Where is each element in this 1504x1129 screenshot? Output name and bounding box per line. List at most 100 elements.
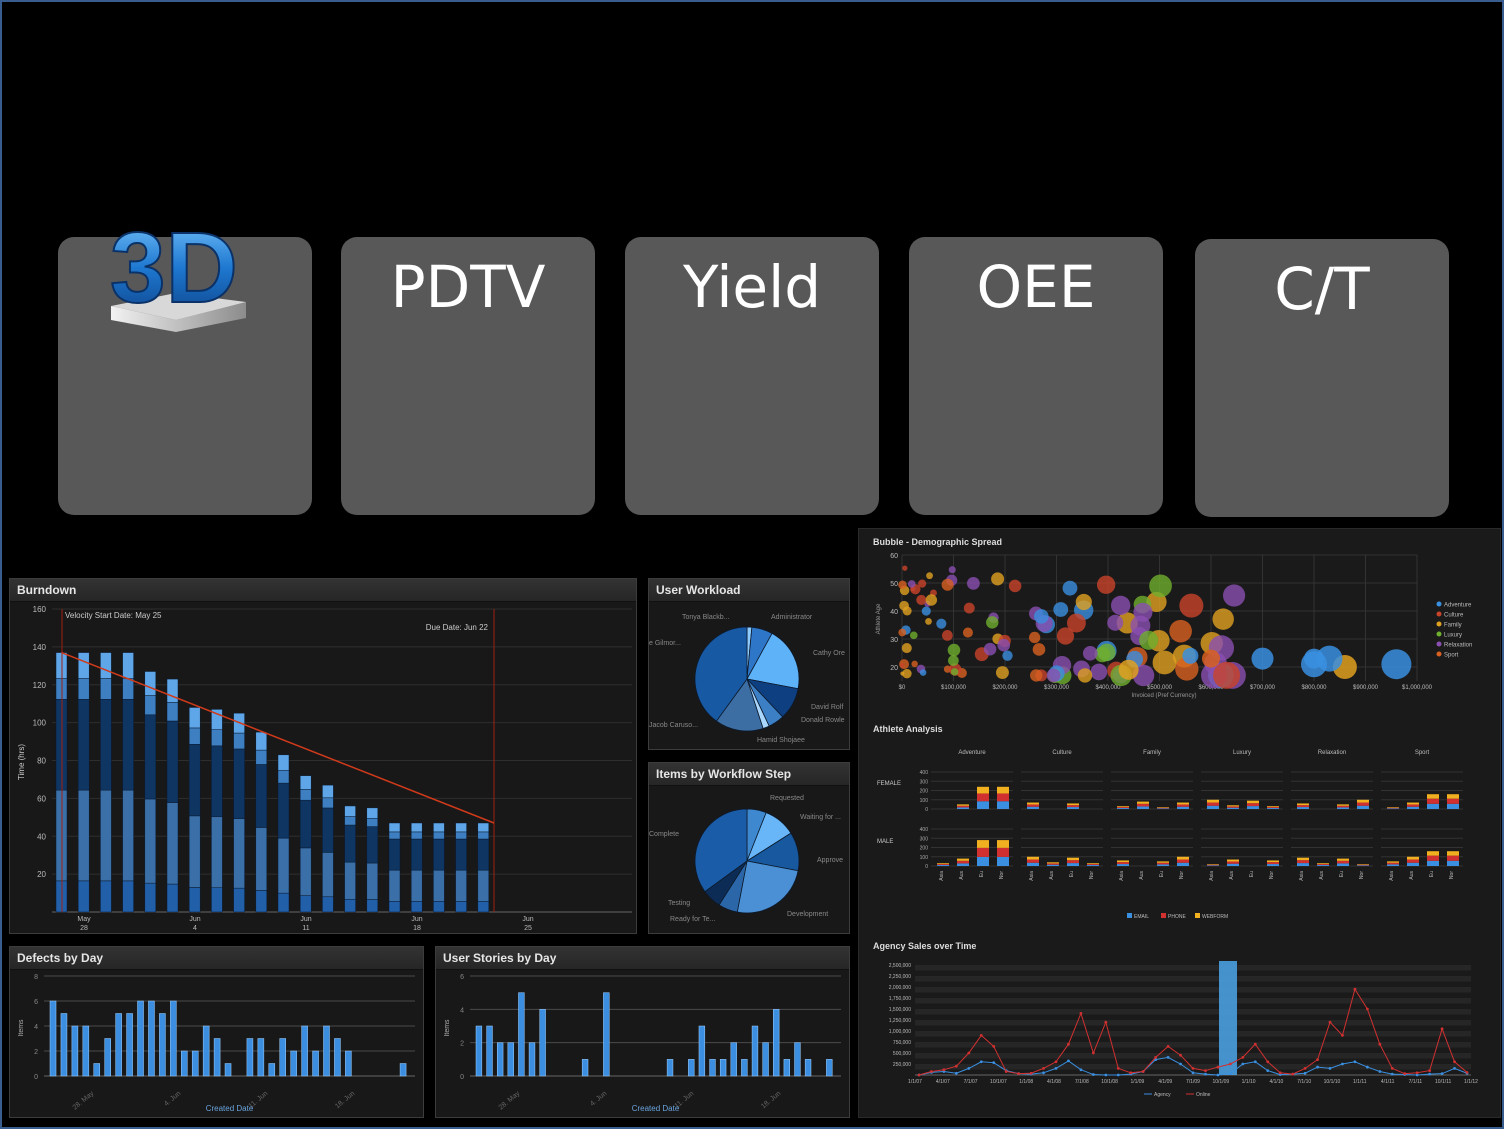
agency-point (1141, 1070, 1145, 1073)
burndown-bar-segment (277, 892, 290, 913)
burndown-bar-segment (410, 831, 423, 840)
bubble-point (919, 669, 927, 676)
agency-point (917, 1073, 921, 1077)
bubble-point (925, 594, 938, 606)
athlete-bar-segment (1427, 860, 1439, 866)
burndown-bar-segment (344, 824, 356, 863)
burndown-bar (455, 822, 467, 913)
athlete-bar-segment (1387, 862, 1399, 865)
athlete-xtick: Nor (1179, 871, 1185, 879)
athlete-bar-segment (1177, 856, 1189, 860)
day-bar (698, 1025, 706, 1077)
burndown-bar-segment (166, 720, 179, 803)
burndown-bar-segment (77, 699, 90, 791)
burndown-bar-segment (188, 887, 201, 913)
agency-point (942, 1068, 946, 1072)
xtick: 4. Jun (163, 1090, 182, 1108)
bubble-legend-label: Luxury (1444, 633, 1462, 639)
athlete-bar-segment (1117, 807, 1129, 809)
athlete-bar-segment (1207, 864, 1219, 866)
workflow-label: Requested (770, 795, 804, 802)
agency-xtick: 10/1/08 (1101, 1079, 1118, 1085)
ylabel: Items (444, 1019, 451, 1037)
athlete-bar-segment (1267, 864, 1279, 866)
athlete-bar-segment (1407, 804, 1419, 807)
day-bar (93, 1063, 101, 1077)
workflow-panel: Items by Workflow Step Requested Waiting … (648, 762, 850, 934)
defects-chart: 02468Items28. May 4. Jun 11. Jun 18. JunCre… (18, 974, 415, 1113)
burndown-bar-segment (100, 699, 112, 791)
bubble-point (1213, 661, 1241, 689)
agency-point (930, 1070, 933, 1073)
agency-xtick: 7/1/11 (1409, 1079, 1423, 1085)
athlete-bar-segment (1137, 803, 1149, 807)
bubble-point (1304, 648, 1324, 669)
day-bar (224, 1063, 232, 1077)
burndown-bar-segment (277, 837, 290, 894)
burndown-bar-segment (388, 901, 401, 913)
agency-point (1204, 1069, 1207, 1072)
agency-point (1091, 1051, 1095, 1055)
agency-band (915, 1031, 1471, 1037)
ytick: 6 (34, 999, 38, 1006)
burndown-ytick: 100 (33, 719, 47, 728)
agency-ytick: 1,000,000 (889, 1029, 911, 1035)
agency-point (1216, 1065, 1220, 1069)
athlete-bar-segment (1427, 794, 1439, 799)
agency-point (1067, 1042, 1070, 1046)
agency-point (1353, 987, 1357, 991)
athlete-legend-label: EMAIL (1134, 914, 1149, 920)
burndown-bar (211, 709, 223, 913)
burndown-bar-segment (299, 847, 312, 896)
athlete-bar-segment (1027, 806, 1039, 809)
bubble-xtick: $400,000 (1095, 685, 1121, 691)
day-bar (539, 1009, 546, 1077)
workflow-label: Development (787, 911, 828, 918)
day-bar (126, 1013, 133, 1077)
athlete-bar-segment (1067, 863, 1079, 866)
athlete-bar-segment (1267, 862, 1279, 865)
burndown-bar-segment (344, 816, 356, 826)
tile-oee[interactable]: OEE (909, 237, 1163, 515)
athlete-bar-segment (1337, 804, 1349, 806)
agency-xtick: 1/1/08 (1019, 1079, 1033, 1085)
ytick: 6 (460, 974, 464, 981)
stories-title: User Stories by Day (436, 947, 849, 970)
agency-point (1316, 1058, 1319, 1061)
xtick: 28. May (72, 1090, 96, 1112)
day-bar (191, 1050, 199, 1077)
athlete-bar-segment (1087, 863, 1099, 865)
tile-yield[interactable]: Yield (625, 237, 879, 515)
athlete-bar-segment (1387, 861, 1399, 863)
burndown-bar (433, 822, 445, 913)
athlete-xtick: Eu (1159, 871, 1165, 877)
bubble-legend-marker (1436, 621, 1442, 627)
agency-point (1365, 1065, 1369, 1069)
user-workload-label: e Gilmor... (649, 640, 681, 647)
burndown-bar-segment (388, 869, 401, 902)
agency-point (979, 1034, 983, 1037)
burndown-bar-segment (77, 652, 90, 679)
stories-panel: User Stories by Day 0 2 4 6 Items 28. May 4. J… (435, 946, 850, 1118)
bubble-point (1034, 609, 1049, 624)
tile-pdtv[interactable]: PDTV (341, 237, 595, 515)
athlete-bar-segment (1447, 855, 1459, 861)
bubble-point (1107, 614, 1124, 631)
burndown-bar-segment (388, 822, 401, 833)
athlete-bar-segment (1247, 803, 1259, 807)
burndown-xtick-day: 11 (302, 925, 309, 932)
athlete-bar-segment (1207, 865, 1219, 866)
athlete-bar-segment (997, 786, 1009, 794)
user-workload-panel: User Workload Tonya Blackb... Administrat… (648, 578, 850, 750)
athlete-bar-segment (1337, 805, 1349, 808)
tile-ct-label: C/T (1274, 255, 1370, 323)
tile-ct[interactable]: C/T (1195, 239, 1449, 517)
agency-point (1465, 1070, 1469, 1074)
user-workload-label: Administrator (771, 614, 813, 621)
athlete-bar-segment (1227, 807, 1239, 809)
burndown-bar-segment (166, 702, 179, 722)
user-workload-label: Hamid Shojaee (757, 737, 805, 744)
burndown-bar-segment (144, 695, 157, 716)
athlete-bar-segment (1317, 865, 1329, 866)
day-bar (507, 1042, 514, 1077)
